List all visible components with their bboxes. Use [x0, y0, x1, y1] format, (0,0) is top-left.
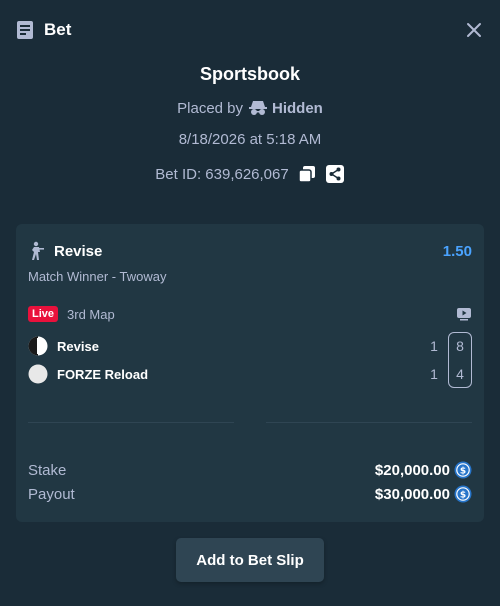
divider	[266, 422, 472, 423]
bet-date: 8/18/2026 at 5:18 AM	[178, 131, 322, 148]
selection-name: Revise	[54, 242, 103, 260]
bet-info: Sportsbook Placed by Hidden 8/18/2026 at…	[0, 60, 500, 185]
stake-value: $20,000.00	[374, 461, 450, 479]
copy-icon[interactable]	[297, 164, 317, 184]
placed-by-label: Placed by	[177, 99, 244, 117]
close-icon[interactable]	[464, 20, 484, 40]
bet-id: Bet ID: 639,626,067	[155, 165, 289, 183]
add-to-bet-slip-button[interactable]: Add to Bet Slip	[176, 538, 324, 582]
svg-text:$: $	[460, 491, 466, 501]
modal-title: Bet	[44, 20, 72, 39]
cs-player-icon	[28, 241, 44, 261]
team-map-score: 1	[430, 338, 438, 354]
team-map-score: 1	[430, 366, 438, 382]
usd-coin-icon: $	[454, 461, 472, 479]
team-logo-icon	[28, 336, 48, 356]
bet-selection-card: Revise 1.50 Match Winner - Twoway Live 3…	[16, 224, 484, 522]
selection-odds: 1.50	[442, 242, 472, 260]
divider	[28, 422, 234, 423]
team-name: Revise	[57, 338, 99, 354]
placed-by: Placed by Hidden	[177, 98, 323, 118]
modal-header: Bet	[0, 0, 500, 60]
stake-value-wrap: $20,000.00 $	[375, 461, 472, 479]
payout-value: $30,000.00	[374, 485, 450, 503]
payout-value-wrap: $30,000.00 $	[375, 485, 472, 503]
team-row: FORZE Reload 1 4	[28, 363, 472, 385]
placed-by-user: Hidden	[249, 100, 323, 117]
stake-label: Stake	[28, 461, 67, 479]
team-row: Revise 1 8	[28, 335, 472, 357]
payout-row: Payout $30,000.00 $	[28, 483, 472, 505]
bet-title: Sportsbook	[199, 64, 300, 84]
tv-icon[interactable]	[456, 307, 472, 321]
usd-coin-icon: $	[454, 485, 472, 503]
incognito-icon	[249, 100, 268, 116]
svg-text:$: $	[460, 467, 466, 477]
market-name: Match Winner - Twoway	[28, 269, 167, 284]
live-row: Live 3rd Map	[28, 304, 472, 324]
bet-id-row: Bet ID: 639,626,067	[155, 163, 344, 185]
hidden-user-name: Hidden	[272, 99, 323, 117]
live-badge: Live	[28, 306, 59, 322]
stake-row: Stake $20,000.00 $	[28, 459, 472, 481]
map-label: 3rd Map	[67, 306, 115, 322]
team-name: FORZE Reload	[57, 366, 149, 382]
team-logo-icon	[28, 364, 48, 384]
current-score-box	[448, 332, 472, 388]
bet-slip-icon	[16, 20, 36, 40]
payout-label: Payout	[28, 485, 75, 503]
selection-row: Revise 1.50	[28, 240, 472, 262]
share-icon[interactable]	[325, 164, 345, 184]
